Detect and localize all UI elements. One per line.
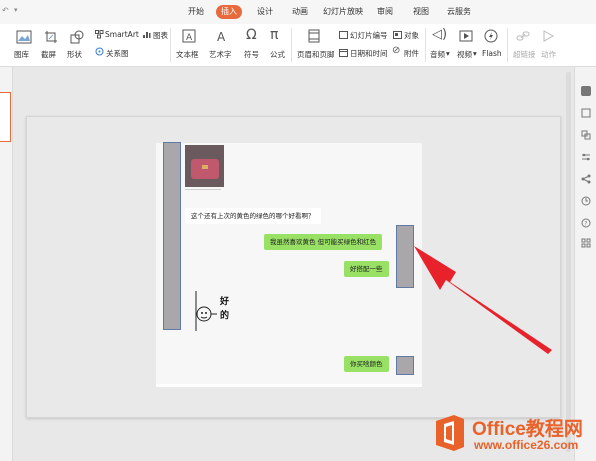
chat-message-reply-3: 你买啥颜色 — [344, 356, 389, 372]
ribbon-toolbar: 图库 截屏 形状 SmartArt 图表 关系图 A 文本框 A 艺术字 Ω 符… — [0, 24, 596, 67]
sticker-text-1: 好 — [220, 297, 230, 307]
object-label[interactable]: 对象 — [404, 30, 419, 41]
chart-icon[interactable] — [142, 30, 151, 39]
tab-slideshow[interactable]: 幻灯片放映 — [323, 5, 363, 19]
flash-label[interactable]: Flash — [482, 49, 502, 58]
picture-gallery-label[interactable]: 图库 — [14, 49, 29, 60]
history-icon[interactable] — [581, 196, 591, 206]
symbol-label[interactable]: 符号 — [244, 49, 259, 60]
wordart-label[interactable]: 艺术字 — [209, 49, 232, 60]
right-task-pane — [574, 67, 596, 461]
wordart-icon[interactable]: A — [215, 29, 229, 43]
help-icon[interactable]: ? — [581, 218, 591, 228]
chat-message-reply-1: 我虽然喜欢黄色 但可能买绿色和红色 — [264, 234, 383, 250]
handbag-photo — [185, 145, 224, 187]
screenshot-icon[interactable] — [44, 30, 58, 44]
picture-gallery-icon[interactable] — [16, 30, 32, 44]
tab-home[interactable]: 开始 — [186, 5, 206, 19]
slide-number-label[interactable]: 幻灯片编号 — [350, 30, 388, 41]
audio-label[interactable]: 音频 — [430, 49, 445, 60]
symbol-icon[interactable]: Ω — [246, 27, 257, 43]
tab-insert[interactable]: 插入 — [216, 5, 242, 19]
chat-message-question: 这个还有上次的黄色的绿色的哪个好看啊？ — [185, 208, 321, 224]
vertical-scrollbar[interactable] — [566, 72, 571, 452]
tab-design[interactable]: 设计 — [255, 5, 275, 19]
relation-diagram-icon[interactable] — [95, 47, 104, 56]
screenshot-label[interactable]: 截屏 — [41, 49, 56, 60]
right-avatar-cover-small-shape[interactable] — [396, 356, 414, 375]
sticker-drawing — [195, 291, 217, 331]
ribbon-separator — [425, 28, 426, 62]
watermark-brand: Office教程网 — [472, 419, 583, 440]
datetime-icon[interactable] — [339, 48, 348, 57]
chart-label[interactable]: 图表 — [153, 30, 168, 41]
shape-style-icon[interactable] — [581, 108, 591, 118]
slide-thumbnail-1[interactable] — [0, 92, 11, 142]
ribbon-separator — [291, 28, 292, 62]
handbag-clasp — [202, 165, 208, 169]
arrange-icon[interactable] — [581, 130, 591, 140]
svg-text:?: ? — [584, 221, 587, 228]
relation-diagram-label[interactable]: 关系图 — [106, 48, 129, 59]
tab-animation[interactable]: 动画 — [290, 5, 310, 19]
attachment-label[interactable]: 附件 — [404, 48, 419, 59]
tab-review[interactable]: 审阅 — [375, 5, 395, 19]
svg-text:A: A — [186, 33, 193, 43]
video-icon[interactable] — [459, 30, 473, 42]
chat-message-reply-2: 好搭配一些 — [344, 261, 389, 277]
datetime-label[interactable]: 日期和时间 — [350, 48, 388, 59]
video-dropdown-icon[interactable]: ▾ — [473, 49, 477, 58]
attachment-icon[interactable]: ⊘ — [392, 45, 400, 56]
tab-cloud[interactable]: 云服务 — [444, 5, 474, 19]
textbox-label[interactable]: 文本框 — [176, 49, 199, 60]
undo-icon[interactable]: ↶ — [2, 6, 9, 15]
hyperlink-label: 超链接 — [513, 50, 536, 59]
settings-sliders-icon[interactable] — [581, 152, 591, 162]
hyperlink-icon — [516, 31, 530, 41]
shape-label[interactable]: 形状 — [67, 49, 82, 60]
slide-number-icon[interactable] — [339, 31, 348, 39]
share-icon[interactable] — [581, 174, 591, 184]
more-apps-icon[interactable] — [581, 238, 591, 248]
sticker-text-2: 的 — [220, 311, 230, 321]
video-label[interactable]: 视频 — [457, 49, 472, 60]
textbox-icon[interactable]: A — [182, 29, 196, 43]
object-icon[interactable] — [393, 31, 402, 39]
svg-text:A: A — [217, 30, 226, 43]
watermark-url: www.office26.com — [474, 438, 579, 452]
formula-icon[interactable]: π — [270, 27, 278, 43]
tab-view[interactable]: 视图 — [411, 5, 431, 19]
header-footer-icon[interactable] — [308, 29, 320, 43]
ribbon-separator — [170, 28, 171, 62]
audio-dropdown-icon[interactable]: ▾ — [446, 49, 450, 58]
action-icon — [543, 30, 554, 42]
ribbon-separator — [507, 28, 508, 62]
formula-label[interactable]: 公式 — [270, 49, 285, 60]
smartart-icon[interactable] — [95, 30, 104, 39]
audio-icon[interactable]: ◁) — [432, 27, 447, 42]
pane-toggle-icon[interactable] — [581, 86, 591, 96]
left-avatar-cover-shape[interactable] — [163, 142, 181, 330]
header-footer-label[interactable]: 页眉和页脚 — [297, 49, 335, 60]
red-annotation-arrow — [414, 246, 552, 354]
flash-icon[interactable] — [484, 29, 498, 43]
smartart-label[interactable]: SmartArt — [105, 30, 139, 39]
handbag-body — [191, 159, 219, 179]
office-logo-icon — [436, 415, 464, 451]
photo-caption-lines — [185, 189, 221, 190]
chat-screenshot-image[interactable]: 这个还有上次的黄色的绿色的哪个好看啊？ 我虽然喜欢黄色 但可能买绿色和红色 好搭… — [156, 143, 422, 387]
menu-tab-bar: ↶ ▾ 开始 插入 设计 动画 幻灯片放映 审阅 视图 云服务 — [0, 0, 596, 24]
dropdown-icon[interactable]: ▾ — [14, 6, 18, 14]
action-label: 动作 — [541, 50, 556, 59]
shape-icon[interactable] — [70, 30, 84, 44]
